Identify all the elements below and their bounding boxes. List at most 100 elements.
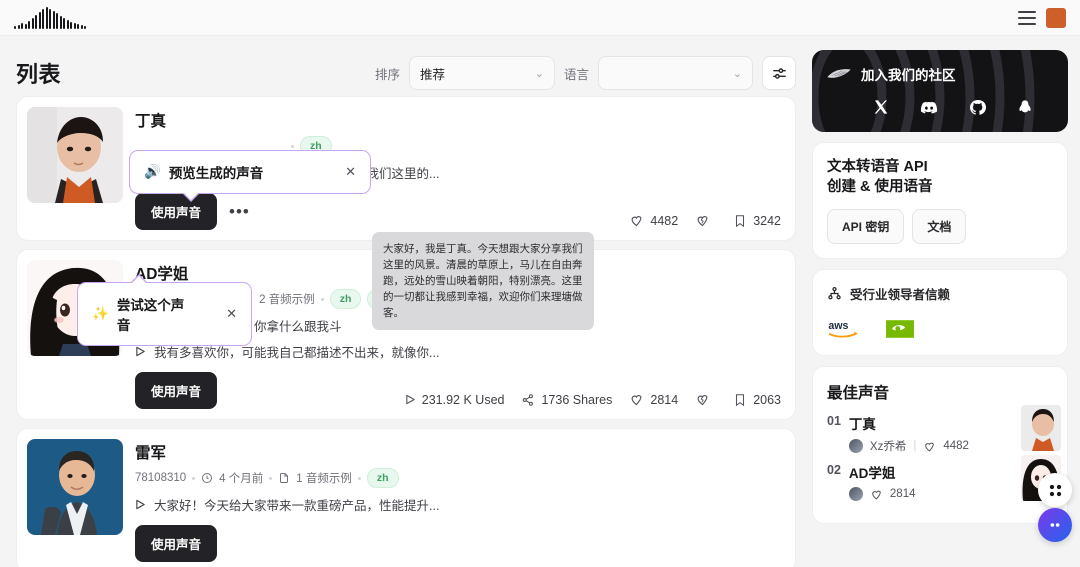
top-bar-actions xyxy=(1018,7,1066,28)
card-stats: 231.92 K Used 1736 Shares 2814 2063 xyxy=(405,392,781,407)
brand-logos: aws xyxy=(827,317,1053,341)
best-voice-author: Xz乔希 xyxy=(869,441,907,453)
sliders-icon xyxy=(772,67,786,79)
more-options-button[interactable]: ••• xyxy=(229,203,250,220)
share-stat[interactable]: 1736 Shares xyxy=(521,393,612,407)
community-panel: 加入我们的社区 xyxy=(812,50,1068,132)
decorative-rings xyxy=(812,50,1035,132)
share-count: 1736 Shares xyxy=(541,392,613,407)
dislike-stat[interactable] xyxy=(695,392,716,407)
use-voice-button[interactable]: 使用声音 xyxy=(135,372,218,409)
nvidia-logo xyxy=(886,320,914,338)
trust-panel: 受行业领导者信赖 aws xyxy=(812,269,1068,356)
share-icon xyxy=(523,393,534,406)
dislike-stat[interactable] xyxy=(695,213,716,228)
voice-thumbnail xyxy=(27,107,123,203)
sample-line[interactable]: 大家好！今天给大家带来一款重磅产品，性能提升... xyxy=(135,495,785,514)
sample-text-tooltip: 大家好，我是丁真。今天想跟大家分享我们这里的风景。清晨的草原上，马儿在自由奔跑，… xyxy=(372,232,594,330)
voice-card-body: 雷军 78108310 4 个月前 1 音频示例 zh 大家好！今天给大家带来一… xyxy=(135,439,785,562)
used-stat: 231.92 K Used xyxy=(405,393,504,407)
try-tooltip-text: 尝试这个声音 xyxy=(116,298,185,333)
grid-button[interactable] xyxy=(1038,473,1072,507)
speaker-icon: 🔊 xyxy=(144,164,161,179)
chevron-down-icon: ⌄ xyxy=(534,67,544,80)
close-icon[interactable]: ✕ xyxy=(323,164,356,180)
best-voice-likes: 2814 xyxy=(889,488,916,500)
author-avatar xyxy=(848,487,863,501)
like-count: 4482 xyxy=(650,213,679,228)
portrait-suit-image xyxy=(27,439,123,535)
bookmark-stat[interactable]: 2063 xyxy=(733,393,781,407)
page-body: 列表 排序 推荐 ⌄ 语言 ⌄ 丁真 zh 使用声音 ••• 4482 3242… xyxy=(0,36,1080,567)
file-icon xyxy=(280,473,289,483)
social-links xyxy=(872,98,1054,116)
bookmark-count: 3242 xyxy=(753,213,781,228)
best-voice-name: AD学姐 xyxy=(848,466,896,481)
qq-icon[interactable] xyxy=(1016,98,1034,116)
hamburger-icon[interactable] xyxy=(1018,10,1036,25)
best-voice-thumbnail xyxy=(1021,405,1061,451)
voice-name: 雷军 xyxy=(135,445,167,462)
try-voice-tooltip[interactable]: ✨ 尝试这个声音 ✕ xyxy=(77,274,252,346)
filter-button[interactable] xyxy=(762,56,796,90)
tag-zh[interactable]: zh xyxy=(329,289,362,309)
play-icon xyxy=(136,499,145,510)
broken-heart-icon xyxy=(697,395,708,406)
waveform-logo[interactable] xyxy=(14,6,86,29)
like-stat[interactable]: 2814 xyxy=(629,392,678,407)
broken-heart-icon xyxy=(697,216,708,227)
list-header: 列表 排序 推荐 ⌄ 语言 ⌄ xyxy=(16,50,796,96)
voice-id: 78108310 xyxy=(135,472,187,484)
voice-card[interactable]: 雷军 78108310 4 个月前 1 音频示例 zh 大家好！今天给大家带来一… xyxy=(16,428,796,567)
language-label: 语言 xyxy=(563,67,589,82)
like-stat[interactable]: 4482 xyxy=(629,213,678,228)
trust-header: 受行业领导者信赖 xyxy=(827,284,1053,303)
best-voice-item[interactable]: 01 丁真 Xz乔希 | 4482 xyxy=(827,413,1053,454)
best-voice-item[interactable]: 02 AD学姐 2814 xyxy=(827,462,1053,501)
chat-icon xyxy=(1050,523,1060,527)
feather-logo xyxy=(827,69,851,78)
clock-icon xyxy=(202,473,213,483)
bookmark-icon xyxy=(736,393,745,406)
bookmark-stat[interactable]: 3242 xyxy=(733,214,781,228)
avatar[interactable] xyxy=(1046,7,1066,28)
api-title-line2: 创建 & 使用语音 xyxy=(827,179,933,195)
language-select[interactable]: ⌄ xyxy=(598,56,753,90)
sort-label: 排序 xyxy=(374,67,400,82)
use-voice-button[interactable]: 使用声音 xyxy=(135,193,218,230)
use-voice-button[interactable]: 使用声音 xyxy=(135,525,218,562)
tag-zh[interactable]: zh xyxy=(366,468,399,488)
top-bar xyxy=(0,0,1080,36)
best-voice-likes: 4482 xyxy=(943,440,969,452)
heart-icon xyxy=(631,395,642,406)
rank-number: 02 xyxy=(827,463,841,477)
chat-button[interactable] xyxy=(1038,508,1072,542)
x-icon[interactable] xyxy=(872,98,890,116)
docs-button[interactable]: 文档 xyxy=(912,209,967,244)
best-voice-meta: Xz乔希 | 4482 xyxy=(848,438,969,454)
like-count: 2814 xyxy=(650,392,679,407)
filter-controls: 排序 推荐 ⌄ 语言 ⌄ xyxy=(375,56,796,90)
best-voice-name: 丁真 xyxy=(848,417,876,432)
discord-icon[interactable] xyxy=(920,98,938,116)
voice-name: 丁真 xyxy=(135,113,167,130)
sample-text: 大家好！今天给大家带来一款重磅产品，性能提升... xyxy=(154,499,440,513)
voice-samples: 2 音频示例 xyxy=(259,294,315,306)
play-icon xyxy=(136,346,145,357)
close-icon[interactable]: ✕ xyxy=(204,306,237,322)
community-title: 加入我们的社区 xyxy=(861,68,956,83)
community-header: 加入我们的社区 xyxy=(826,64,1054,84)
api-key-button[interactable]: API 密钥 xyxy=(827,209,905,244)
chevron-down-icon: ⌄ xyxy=(732,67,742,80)
author-avatar xyxy=(848,439,863,453)
github-icon[interactable] xyxy=(968,98,986,116)
sort-select[interactable]: 推荐 ⌄ xyxy=(408,56,555,90)
voice-time: 4 个月前 xyxy=(219,473,264,485)
trust-title: 受行业领导者信赖 xyxy=(850,288,951,302)
portrait-male-image xyxy=(1021,405,1061,451)
app-root: 列表 排序 推荐 ⌄ 语言 ⌄ 丁真 zh 使用声音 ••• 4482 3242… xyxy=(0,0,1080,567)
preview-tooltip-text: 预览生成的声音 xyxy=(168,166,264,181)
preview-tooltip[interactable]: 🔊 预览生成的声音 ✕ xyxy=(129,150,371,202)
sort-value: 推荐 xyxy=(419,67,445,82)
bookmark-count: 2063 xyxy=(753,392,781,407)
